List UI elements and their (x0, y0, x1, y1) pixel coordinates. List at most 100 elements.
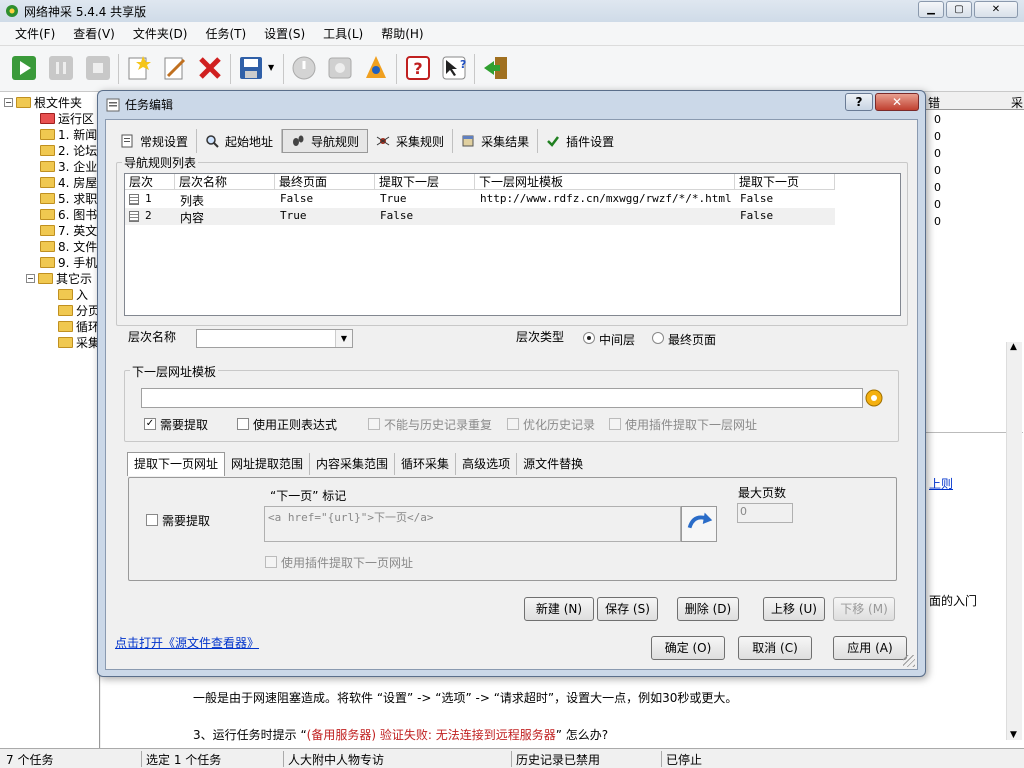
help-scrollbar[interactable]: ▲ ▼ (1006, 342, 1022, 740)
delete-task-icon[interactable] (196, 54, 224, 82)
menu-help[interactable]: 帮助(H) (372, 25, 432, 42)
save-icon[interactable] (237, 54, 265, 82)
table-row[interactable]: 1 列表 False True http://www.rdfz.cn/mxwgg… (125, 191, 835, 208)
resize-grip-icon[interactable] (903, 655, 915, 667)
tab-navigation-rules[interactable]: 导航规则 (282, 129, 369, 153)
cancel-button[interactable]: 取消 (C) (738, 636, 812, 660)
apply-button[interactable]: 应用 (A) (833, 636, 907, 660)
menu-file[interactable]: 文件(F) (6, 25, 64, 42)
tab-plugin-settings[interactable]: 插件设置 (538, 129, 622, 153)
tree-item[interactable]: 运行区 (40, 110, 94, 126)
next-page-marker-input[interactable]: <a href="{url}">下一页</a> (264, 506, 681, 542)
source-viewer-link[interactable]: 点击打开《源文件查看器》 (115, 634, 259, 651)
tree-item[interactable]: 2. 论坛 (40, 142, 97, 158)
next-page-need-extract-checkbox[interactable] (146, 514, 158, 526)
menu-folder[interactable]: 文件夹(D) (124, 25, 197, 42)
level-name-combo[interactable]: ▼ (196, 329, 353, 348)
menu-tools[interactable]: 工具(L) (314, 25, 372, 42)
tab-collection-results[interactable]: 采集结果 (453, 129, 539, 153)
tree-item[interactable]: 5. 求职 (40, 190, 97, 206)
tab-content-range[interactable]: 内容采集范围 (310, 453, 396, 475)
tab-source-replace[interactable]: 源文件替换 (517, 453, 589, 475)
column-header-level-name[interactable]: 层次名称 (175, 174, 275, 190)
tree-item[interactable]: 8. 文件 (40, 238, 97, 254)
column-header-errors[interactable]: 错 (928, 94, 940, 111)
ok-button[interactable]: 确定 (O) (651, 636, 725, 660)
collapse-icon[interactable]: − (26, 273, 35, 283)
delete-rule-button[interactable]: 删除 (D) (677, 597, 739, 621)
tab-start-url[interactable]: 起始地址 (197, 129, 283, 153)
level-type-final-radio[interactable] (652, 332, 664, 344)
stop-icon[interactable] (84, 54, 112, 82)
use-plugin-next-page-checkbox[interactable] (265, 556, 277, 568)
tab-general[interactable]: 常规设置 (112, 129, 198, 153)
tree-item[interactable]: 采集 (58, 334, 100, 350)
column-header-collected[interactable]: 采 (1011, 94, 1023, 111)
tab-extract-next-page[interactable]: 提取下一页网址 (127, 452, 226, 476)
new-rule-button[interactable]: 新建 (N) (524, 597, 594, 621)
power-icon[interactable] (290, 54, 318, 82)
close-window-button[interactable]: ✕ (974, 1, 1018, 18)
optimize-history-label[interactable]: 优化历史记录 (523, 416, 595, 433)
level-type-middle-radio[interactable] (583, 332, 595, 344)
column-header-extract-next-page[interactable]: 提取下一页 (735, 174, 835, 190)
optimize-history-checkbox[interactable] (507, 418, 519, 430)
tree-item-other[interactable]: − 其它示 (26, 270, 92, 286)
tree-item[interactable]: 6. 图书 (40, 206, 97, 222)
tree-item[interactable]: 3. 企业 (40, 158, 97, 174)
level-type-middle-label[interactable]: 中间层 (599, 331, 635, 348)
nav-rule-table[interactable]: 层次 层次名称 最终页面 提取下一层 下一层网址模板 提取下一页 1 列表 Fa… (124, 173, 901, 316)
tree-item[interactable]: 分页 (58, 302, 100, 318)
tree-item[interactable]: 4. 房屋 (40, 174, 97, 190)
pause-icon[interactable] (47, 54, 75, 82)
table-row[interactable]: 2 内容 True False False (125, 208, 835, 225)
column-header-level[interactable]: 层次 (125, 174, 175, 190)
help-icon[interactable]: ? (404, 54, 432, 82)
edit-task-icon[interactable] (160, 54, 188, 82)
scroll-up-icon[interactable]: ▲ (1010, 342, 1017, 352)
tree-item[interactable]: 循环 (58, 318, 100, 334)
column-header-extract-next-level[interactable]: 提取下一层 (375, 174, 475, 190)
move-down-button[interactable]: 下移 (M) (833, 597, 895, 621)
dialog-close-button[interactable]: ✕ (875, 93, 919, 111)
new-task-icon[interactable] (124, 54, 152, 82)
chevron-down-icon[interactable]: ▼ (335, 330, 352, 347)
use-plugin-next-level-label[interactable]: 使用插件提取下一层网址 (625, 416, 757, 433)
tree-root[interactable]: − 根文件夹 (4, 94, 82, 110)
no-dup-history-checkbox[interactable] (368, 418, 380, 430)
url-wizard-icon[interactable] (864, 388, 884, 408)
tab-loop-collect[interactable]: 循环采集 (395, 453, 457, 475)
tree-item[interactable]: 入 (58, 286, 88, 302)
tab-url-extract-range[interactable]: 网址提取范围 (225, 453, 311, 475)
tree-item[interactable]: 9. 手机 (40, 254, 97, 270)
export-icon[interactable] (326, 54, 354, 82)
column-header-final-page[interactable]: 最终页面 (275, 174, 375, 190)
need-extract-label[interactable]: 需要提取 (160, 416, 208, 433)
next-page-need-extract-label[interactable]: 需要提取 (162, 512, 210, 529)
tree-item[interactable]: 7. 英文 (40, 222, 97, 238)
tab-advanced[interactable]: 高级选项 (456, 453, 518, 475)
help-link[interactable]: 上则 (929, 475, 953, 492)
column-header-next-url-template[interactable]: 下一层网址模板 (475, 174, 735, 190)
use-plugin-next-page-label[interactable]: 使用插件提取下一页网址 (281, 554, 413, 571)
menu-view[interactable]: 查看(V) (64, 25, 124, 42)
need-extract-checkbox[interactable]: ✓ (144, 418, 156, 430)
max-pages-input[interactable]: 0 (737, 503, 793, 523)
use-plugin-next-level-checkbox[interactable] (609, 418, 621, 430)
move-up-button[interactable]: 上移 (U) (763, 597, 825, 621)
no-dup-history-label[interactable]: 不能与历史记录重复 (384, 416, 492, 433)
save-dropdown-arrow-icon[interactable]: ▼ (268, 63, 274, 72)
use-regex-label[interactable]: 使用正则表达式 (253, 416, 337, 433)
exit-icon[interactable] (482, 54, 510, 82)
save-rule-button[interactable]: 保存 (S) (597, 597, 658, 621)
maximize-button[interactable]: ▢ (946, 1, 972, 18)
menu-settings[interactable]: 设置(S) (255, 25, 314, 42)
context-help-icon[interactable]: ? (440, 54, 468, 82)
use-regex-checkbox[interactable] (237, 418, 249, 430)
menu-task[interactable]: 任务(T) (196, 25, 255, 42)
next-url-template-input[interactable] (141, 388, 863, 408)
start-icon[interactable] (10, 54, 38, 82)
publish-icon[interactable] (362, 54, 390, 82)
dialog-help-button[interactable]: ? (845, 93, 873, 111)
scroll-down-icon[interactable]: ▼ (1010, 730, 1017, 740)
